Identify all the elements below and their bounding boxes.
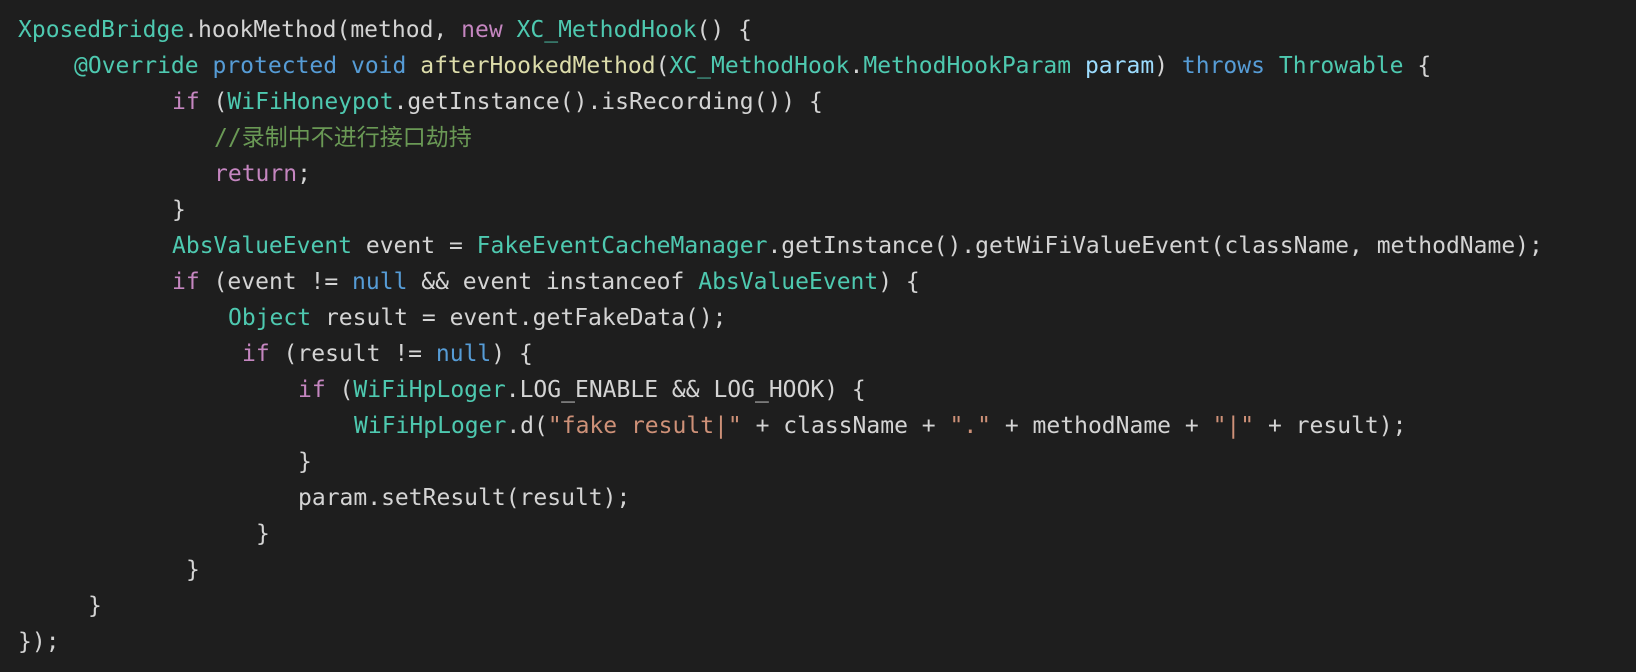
code-line[interactable]: XposedBridge .hookMethod(method, new XC_M…: [18, 12, 1636, 48]
code-token-keyword: if: [172, 89, 200, 115]
code-token-type: FakeEventCacheManager: [476, 233, 768, 259]
code-token-plain: (result !=: [269, 341, 436, 367]
code-token-type: Object: [228, 305, 312, 331]
code-token-plain: ) {: [491, 341, 533, 367]
code-line[interactable]: if (result != null) {: [18, 336, 1636, 372]
code-token-comment: //录制中不进行接口劫持: [214, 125, 472, 151]
code-token-plain: }: [256, 521, 270, 547]
code-token-keyword: if: [242, 341, 270, 367]
code-line[interactable]: @Override protected void afterHookedMeth…: [18, 48, 1636, 84]
code-token-plain: (: [199, 89, 228, 115]
code-token-func: afterHookedMethod: [420, 53, 656, 79]
code-token-plain: + methodName +: [991, 413, 1213, 439]
code-line[interactable]: }: [18, 552, 1636, 588]
code-token-plain: (event !=: [199, 269, 353, 295]
code-line[interactable]: }: [18, 192, 1636, 228]
code-line[interactable]: //录制中不进行接口劫持: [18, 120, 1636, 156]
code-token-type: XC_MethodHook: [516, 17, 697, 43]
code-line[interactable]: AbsValueEvent event = FakeEventCacheMana…: [18, 228, 1636, 264]
code-token-string: "fake result|": [547, 413, 742, 439]
code-token-plain: .: [849, 53, 864, 79]
code-line[interactable]: if (WiFiHoneypot .getInstance().isRecordi…: [18, 84, 1636, 120]
code-line[interactable]: }: [18, 444, 1636, 480]
code-token-plain: () {: [696, 17, 752, 43]
code-token-storage: protected: [212, 53, 338, 79]
code-token-type: AbsValueEvent: [172, 233, 353, 259]
code-token-plain: }: [88, 593, 102, 619]
code-token-plain: (: [655, 53, 670, 79]
code-token-plain: }: [172, 197, 186, 223]
code-token-plain: + className +: [741, 413, 950, 439]
code-token-storage: throws: [1181, 53, 1265, 79]
code-token-type: WiFiHpLoger: [353, 377, 506, 403]
code-token-plain: }: [186, 557, 200, 583]
code-line[interactable]: Object result = event.getFakeData();: [18, 300, 1636, 336]
code-token-plain: && event instanceof: [407, 269, 699, 295]
code-token-plain: ;: [297, 161, 311, 187]
code-token-plain: + result);: [1254, 413, 1407, 439]
code-token-plain: param.setResult(result);: [298, 485, 631, 511]
code-line[interactable]: if (WiFiHpLoger .LOG_ENABLE && LOG_HOOK) …: [18, 372, 1636, 408]
code-token-param: param: [1084, 53, 1155, 79]
code-token-plain: ): [1154, 53, 1182, 79]
code-line[interactable]: return;: [18, 156, 1636, 192]
code-token-type: XC_MethodHook: [669, 53, 850, 79]
code-token-plain: .hookMethod(method,: [184, 17, 462, 43]
code-token-plain: .d(: [506, 413, 548, 439]
code-line[interactable]: param.setResult(result);: [18, 480, 1636, 516]
code-token-plain: .getInstance().getWiFiValueEvent(classNa…: [767, 233, 1543, 259]
code-token-plain: });: [18, 629, 60, 655]
code-token-plain: (: [325, 377, 354, 403]
code-line[interactable]: });: [18, 624, 1636, 660]
code-token-keyword: if: [298, 377, 326, 403]
code-token-keyword: if: [172, 269, 200, 295]
code-token-annotation: @Override: [74, 53, 199, 79]
code-token-type: WiFiHoneypot: [227, 89, 394, 115]
code-token-type: XposedBridge: [18, 17, 185, 43]
code-token-plain: .getInstance().isRecording()) {: [393, 89, 823, 115]
code-line[interactable]: if (event != null && event instanceof Ab…: [18, 264, 1636, 300]
code-token-keyword: new: [461, 17, 503, 43]
code-token-storage: null: [352, 269, 408, 295]
code-token-type: Throwable: [1278, 53, 1404, 79]
code-token-plain: ) {: [878, 269, 920, 295]
code-token-storage: null: [435, 341, 492, 367]
code-token-type: WiFiHpLoger: [354, 413, 507, 439]
code-token-plain: {: [1403, 53, 1432, 79]
code-token-plain: .LOG_ENABLE && LOG_HOOK) {: [505, 377, 866, 403]
code-token-type: AbsValueEvent: [698, 269, 879, 295]
code-line[interactable]: WiFiHpLoger .d("fake result|" + className…: [18, 408, 1636, 444]
code-token-plain: result = event.getFakeData();: [311, 305, 727, 331]
code-token-plain: event =: [352, 233, 477, 259]
code-token-keyword: return: [214, 161, 298, 187]
code-token-plain: }: [298, 449, 312, 475]
code-token-type: MethodHookParam: [863, 53, 1072, 79]
code-token-string: ".": [949, 413, 992, 439]
code-line[interactable]: }: [18, 516, 1636, 552]
code-line[interactable]: }: [18, 588, 1636, 624]
code-token-storage: void: [350, 53, 407, 79]
code-editor[interactable]: XposedBridge .hookMethod(method, new XC_M…: [0, 0, 1636, 672]
code-token-string: "|": [1212, 413, 1255, 439]
